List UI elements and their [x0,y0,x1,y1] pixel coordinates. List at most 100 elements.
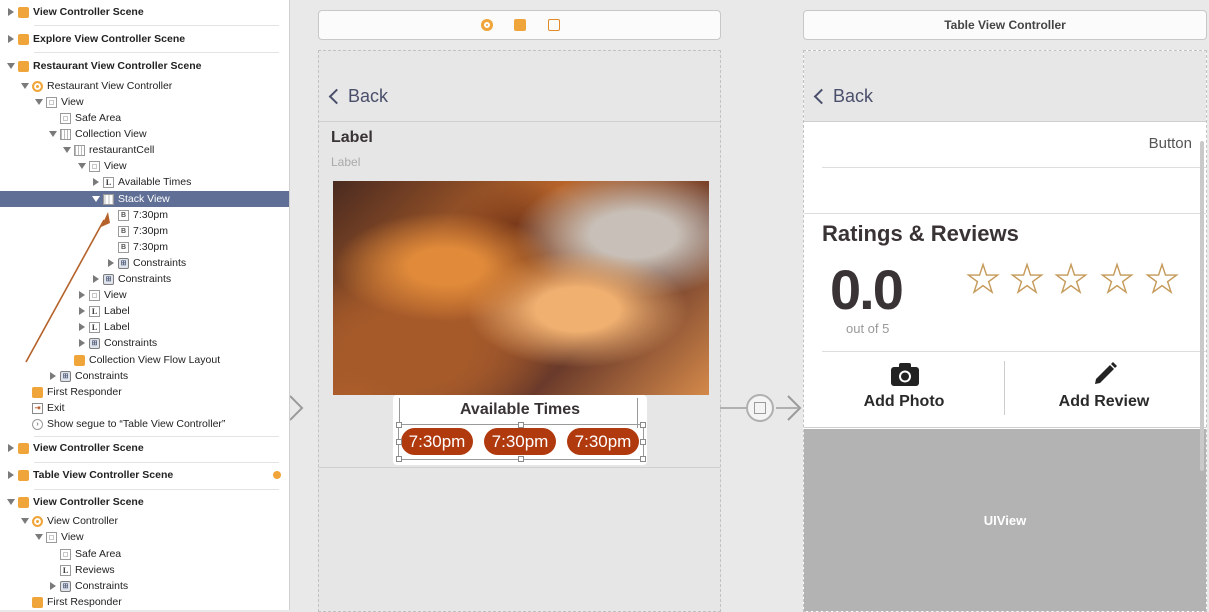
star-icon[interactable]: ★ [965,260,1000,299]
disclosure-closed-icon[interactable] [77,322,87,332]
disclosure-open-icon[interactable] [48,129,58,139]
disclosure-closed-icon[interactable] [6,7,16,17]
outline-row-view[interactable]: View [0,287,289,303]
outline-label: Collection View [75,128,147,140]
star-icon[interactable]: ★ [1053,260,1088,299]
star-icon[interactable]: ★ [1099,260,1134,299]
add-photo-label: Add Photo [863,393,945,410]
outline-row-constraints[interactable]: ⊞ Constraints [0,255,289,271]
resize-handle[interactable] [640,439,646,445]
outline-row-first-responder[interactable]: First Responder [0,594,289,610]
back-button[interactable]: Back [328,86,388,107]
disclosure-closed-icon[interactable] [91,177,101,187]
outline-row-collection-view[interactable]: Collection View [0,126,289,142]
disclosure-closed-icon[interactable] [48,581,58,591]
outline-row-label[interactable]: L Label [0,319,289,335]
outline-row-button-2[interactable]: B 7:30pm [0,223,289,239]
add-review-button[interactable]: Add Review [1044,359,1164,419]
outline-row-constraints[interactable]: ⊞ Constraints [0,368,289,384]
storyboard-canvas[interactable]: Back Label Label Available Times 7:30pm … [290,0,1209,612]
outline-row-view-controller[interactable]: View Controller [0,513,289,529]
outline-row-view-controller-scene[interactable]: View Controller Scene [0,4,289,20]
disclosure-open-icon[interactable] [34,532,44,542]
stack-view[interactable]: 7:30pm 7:30pm 7:30pm [396,422,646,462]
disclosure-open-icon[interactable] [20,81,30,91]
outline-row-view[interactable]: View [0,529,289,545]
scene-title: Table View Controller [944,18,1066,32]
outline-row-exit[interactable]: ⇥ Exit [0,400,289,416]
flow-layout-icon [74,354,85,366]
exit-icon[interactable] [548,19,560,31]
outline-row-restaurant-cell[interactable]: restaurantCell [0,142,289,158]
outline-label: 7:30pm [133,209,169,221]
outline-row-restaurant-vc[interactable]: Restaurant View Controller [0,78,289,94]
collection-view-icon [60,128,71,140]
disclosure-closed-icon[interactable] [6,470,16,480]
stack-view-icon [103,193,114,205]
first-responder-icon[interactable] [514,19,526,31]
outline-label: 7:30pm [133,225,169,237]
segue-icon[interactable] [746,394,774,422]
restaurant-view-controller[interactable]: Back Label Label Available Times 7:30pm … [318,50,721,612]
outline-label: View Controller Scene [33,6,144,18]
outline-row-view-controller-scene[interactable]: View Controller Scene [0,494,289,510]
disclosure-open-icon[interactable] [20,516,30,526]
resize-handle[interactable] [518,456,524,462]
outline-label: Safe Area [75,112,122,124]
disclosure-closed-icon[interactable] [106,258,116,268]
outline-row-flow-layout[interactable]: Collection View Flow Layout [0,352,289,368]
star-icon[interactable]: ★ [1144,260,1179,299]
view-controller-icon[interactable] [481,19,493,31]
separator [822,167,1206,168]
outline-row-first-responder[interactable]: First Responder [0,384,289,400]
disclosure-open-icon[interactable] [6,497,16,507]
disclosure-open-icon[interactable] [6,61,16,71]
outline-row-reviews[interactable]: L Reviews [0,562,289,578]
time-button-3[interactable]: 7:30pm [567,428,639,455]
outline-row-stack-view[interactable]: Stack View [0,191,289,207]
table-view-controller[interactable]: Back Button Ratings & Reviews 0.0 out of… [803,50,1207,612]
resize-handle[interactable] [640,456,646,462]
scene-title-bar[interactable]: Table View Controller [803,10,1207,40]
outline-row-constraints[interactable]: ⊞ Constraints [0,578,289,594]
divider [34,489,279,490]
disclosure-closed-icon[interactable] [77,338,87,348]
disclosure-closed-icon[interactable] [77,306,87,316]
outline-row-button-3[interactable]: B 7:30pm [0,239,289,255]
back-button[interactable]: Back [813,86,873,107]
divider [34,25,279,26]
disclosure-closed-icon[interactable] [77,290,87,300]
button[interactable]: Button [1149,135,1192,152]
outline-row-label[interactable]: L Label [0,303,289,319]
disclosure-open-icon[interactable] [34,97,44,107]
time-button-2[interactable]: 7:30pm [484,428,556,455]
resize-handle[interactable] [396,456,402,462]
disclosure-closed-icon[interactable] [6,34,16,44]
outline-row-constraints[interactable]: ⊞ Constraints [0,335,289,351]
outline-row-table-vc-scene[interactable]: Table View Controller Scene [0,467,289,483]
time-button-1[interactable]: 7:30pm [401,428,473,455]
resize-handle[interactable] [396,439,402,445]
disclosure-closed-icon[interactable] [91,274,101,284]
star-icon[interactable]: ★ [1009,260,1044,299]
outline-row-cell-view[interactable]: View [0,158,289,174]
disclosure-closed-icon[interactable] [48,371,58,381]
disclosure-closed-icon[interactable] [6,443,16,453]
outline-row-segue[interactable]: › Show segue to “Table View Controller” [0,416,289,432]
add-photo-button[interactable]: Add Photo [844,359,964,419]
outline-row-available-times[interactable]: L Available Times [0,174,289,190]
outline-row-constraints[interactable]: ⊞ Constraints [0,271,289,287]
outline-row-view[interactable]: View [0,94,289,110]
outline-row-view-controller-scene[interactable]: View Controller Scene [0,440,289,456]
disclosure-open-icon[interactable] [77,161,87,171]
scene-icon [18,60,29,72]
disclosure-open-icon[interactable] [91,194,101,204]
outline-row-button-1[interactable]: B 7:30pm [0,207,289,223]
outline-row-explore-scene[interactable]: Explore View Controller Scene [0,31,289,47]
outline-row-restaurant-scene[interactable]: Restaurant View Controller Scene [0,58,289,74]
outline-label: Reviews [75,564,115,576]
scrollbar[interactable] [1200,141,1204,471]
outline-row-safe-area[interactable]: Safe Area [0,110,289,126]
outline-row-safe-area[interactable]: Safe Area [0,546,289,562]
disclosure-open-icon[interactable] [62,145,72,155]
